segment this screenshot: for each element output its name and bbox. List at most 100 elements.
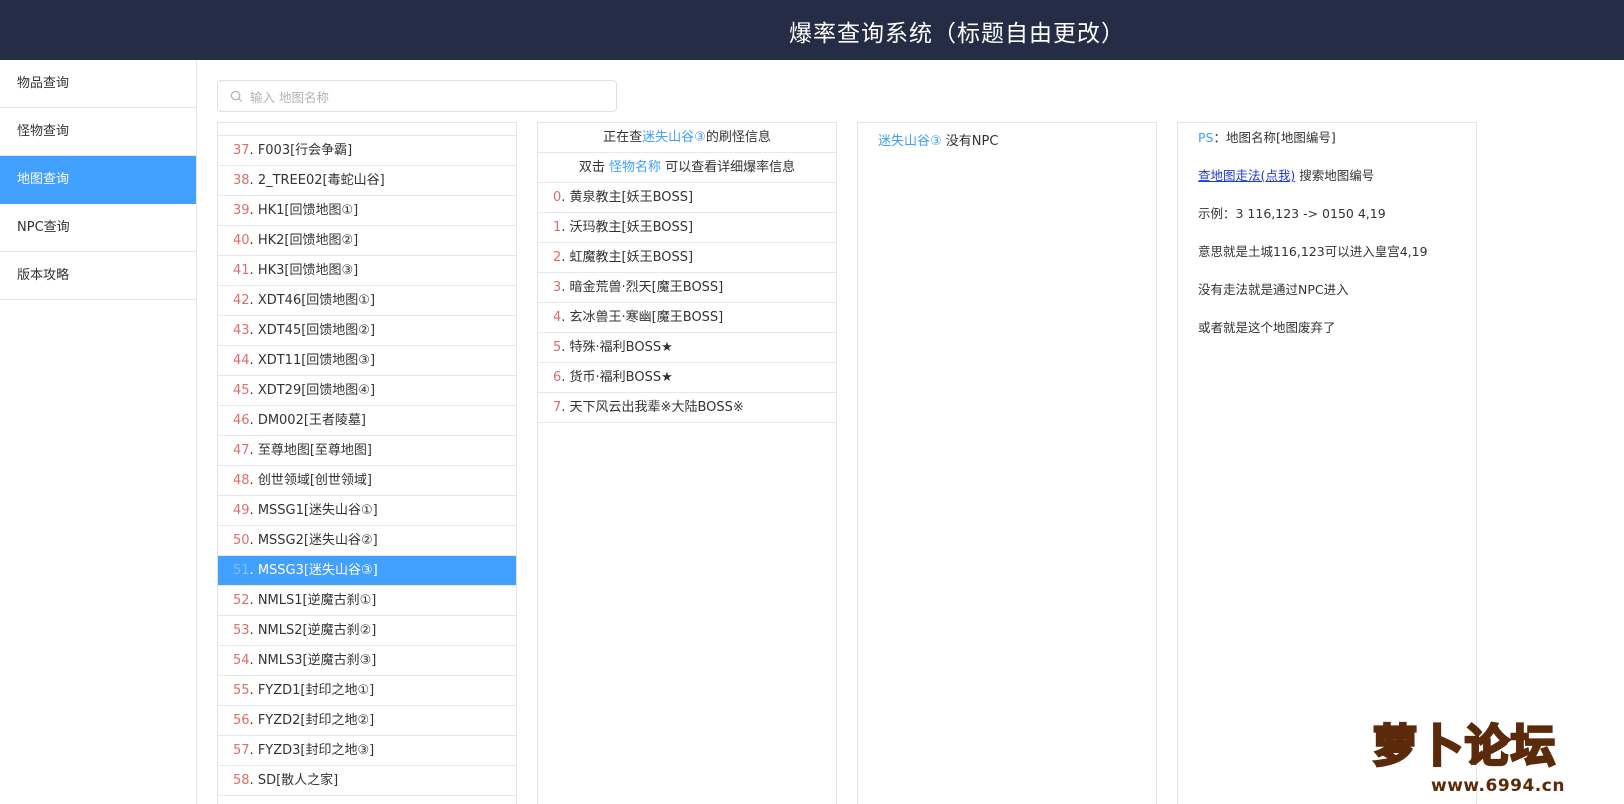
monster-row[interactable]: 3. 暗金荒兽·烈天[魔王BOSS] [538,273,836,303]
list-item[interactable]: 51. MSSG3[迷失山谷③] [218,556,516,586]
list-item-label: XDT11[回馈地图③] [257,353,376,368]
list-item-label: NMLS3[逆魔古刹③] [257,653,377,668]
list-item[interactable]: 42. XDT46[回馈地图①] [218,286,516,316]
list-item-number: 43 [233,323,250,338]
list-item[interactable]: 46. DM002[王者陵墓] [218,406,516,436]
help-line-2: 查地图走法(点我) 搜索地图编号 [1198,161,1468,199]
hint-prefix: 双击 [578,160,609,175]
list-item[interactable]: 43. XDT45[回馈地图②] [218,316,516,346]
list-item[interactable]: 37. F003[行会争霸] [218,136,516,166]
list-item[interactable]: 53. NMLS2[逆魔古刹②] [218,616,516,646]
list-item-number: 58 [233,773,250,788]
monster-row[interactable]: 4. 玄冰兽王·寒幽[魔王BOSS] [538,303,836,333]
monster-row[interactable]: 2. 虹魔教主[妖王BOSS] [538,243,836,273]
map-list: 37. F003[行会争霸] 38. 2_TREE02[毒蛇山谷] 39. HK1[… [218,123,516,796]
monster-number: 2 [553,250,562,265]
sidebar-item-npc[interactable]: NPC查询 [0,204,196,252]
list-item-number: 40 [233,233,250,248]
monster-panel-header: 正在查迷失山谷③的刷怪信息 [538,123,836,153]
monster-row[interactable]: 6. 货币·福利BOSS★ [538,363,836,393]
list-item-label: 创世领域[创世领域] [257,473,372,488]
hint-suffix: 可以查看详细爆率信息 [661,160,796,175]
list-item[interactable]: 50. MSSG2[迷失山谷②] [218,526,516,556]
list-item-number: 45 [233,383,250,398]
list-item[interactable]: 48. 创世领域[创世领域] [218,466,516,496]
watermark-brand: 萝卜论坛 [1372,720,1557,774]
sidebar-item-guide[interactable]: 版本攻略 [0,252,196,300]
monster-list: 0. 黄泉教主[妖王BOSS] 1. 沃玛教主[妖王BOSS] 2. 虹魔教主[妖王… [538,183,836,423]
search-input[interactable] [250,85,600,109]
monster-panel: 正在查迷失山谷③的刷怪信息 双击 怪物名称 可以查看详细爆率信息 0. 黄泉教主… [537,122,837,804]
npc-text: 没有NPC [941,134,999,149]
help-line-5: 没有走法就是通过NPC进入 [1198,282,1349,297]
list-item-number: 41 [233,263,250,278]
list-item-label: F003[行会争霸] [257,143,353,158]
list-item-label: NMLS1[逆魔古刹①] [257,593,377,608]
list-item[interactable]: 38. 2_TREE02[毒蛇山谷] [218,166,516,196]
list-item[interactable]: 54. NMLS3[逆魔古刹③] [218,646,516,676]
list-item-number: 52 [233,593,250,608]
watermark-logo: 萝卜论坛 www.6994.cn [1372,700,1613,804]
list-item[interactable] [218,123,516,136]
monster-name: 黄泉教主[妖王BOSS] [569,190,694,205]
list-item[interactable]: 58. SD[散人之家] [218,766,516,796]
list-item-number: 46 [233,413,250,428]
map-list-panel: 37. F003[行会争霸] 38. 2_TREE02[毒蛇山谷] 39. HK1[… [217,122,517,804]
ps-label: PS [1198,130,1214,145]
help-line-1-text: ：地图名称[地图编号] [1213,130,1336,145]
monster-number: 0 [553,190,562,205]
search-box [217,80,617,112]
search-icon [230,90,243,103]
list-item-label: XDT46[回馈地图①] [257,293,376,308]
list-item[interactable]: 52. NMLS1[逆魔古刹①] [218,586,516,616]
npc-info: 迷失山谷③ 没有NPC [878,130,998,149]
list-item-number: 51 [233,563,250,578]
list-item[interactable]: 45. XDT29[回馈地图④] [218,376,516,406]
monster-name: 货币·福利BOSS★ [569,370,673,385]
header-suffix: 的刷怪信息 [705,130,771,145]
list-item[interactable]: 47. 至尊地图[至尊地图] [218,436,516,466]
current-map-link[interactable]: 迷失山谷③ [642,130,706,145]
monster-name: 天下风云出我辈※大陆BOSS※ [569,400,744,415]
monster-row[interactable]: 0. 黄泉教主[妖王BOSS] [538,183,836,213]
sidebar-item-monsters[interactable]: 怪物查询 [0,108,196,156]
sidebar-item-maps[interactable]: 地图查询 [0,156,196,204]
monster-row[interactable]: 7. 天下风云出我辈※大陆BOSS※ [538,393,836,423]
list-item-number: 57 [233,743,250,758]
monster-row[interactable]: 1. 沃玛教主[妖王BOSS] [538,213,836,243]
monster-name: 虹魔教主[妖王BOSS] [569,250,694,265]
list-item-label: NMLS2[逆魔古刹②] [257,623,377,638]
list-item[interactable]: 41. HK3[回馈地图③] [218,256,516,286]
help-line-2-text: 搜索地图编号 [1295,168,1375,183]
list-item-label: FYZD3[封印之地③] [257,743,375,758]
list-item-number: 48 [233,473,250,488]
list-item-number: 44 [233,353,250,368]
list-item-label: DM002[王者陵墓] [257,413,366,428]
list-item[interactable]: 57. FYZD3[封印之地③] [218,736,516,766]
list-item-label: HK2[回馈地图②] [257,233,359,248]
list-item-number: 55 [233,683,250,698]
monster-row[interactable]: 5. 特殊·福利BOSS★ [538,333,836,363]
sidebar-item-items[interactable]: 物品查询 [0,60,196,108]
list-item-number: 37 [233,143,250,158]
help-line-3: 示例：3 116,123 -> 0150 4,19 [1198,206,1386,221]
list-item-label: MSSG1[迷失山谷①] [257,503,378,518]
list-item-number: 49 [233,503,250,518]
map-route-link[interactable]: 查地图走法(点我) [1198,168,1295,183]
list-item-label: 2_TREE02[毒蛇山谷] [257,173,385,188]
monster-number: 4 [553,310,562,325]
help-line-4: 意思就是土城116,123可以进入皇宫4,19 [1198,244,1428,259]
list-item[interactable]: 40. HK2[回馈地图②] [218,226,516,256]
list-item[interactable]: 49. MSSG1[迷失山谷①] [218,496,516,526]
list-item-label: SD[散人之家] [257,773,339,788]
list-item[interactable]: 56. FYZD2[封印之地②] [218,706,516,736]
list-item[interactable]: 44. XDT11[回馈地图③] [218,346,516,376]
list-item-number: 54 [233,653,250,668]
list-item[interactable]: 55. FYZD1[封印之地①] [218,676,516,706]
list-item-label: 至尊地图[至尊地图] [257,443,372,458]
list-item-label: XDT45[回馈地图②] [257,323,376,338]
npc-map-link[interactable]: 迷失山谷③ [878,134,942,149]
list-item-number: 42 [233,293,250,308]
list-item-number: 53 [233,623,250,638]
list-item[interactable]: 39. HK1[回馈地图①] [218,196,516,226]
